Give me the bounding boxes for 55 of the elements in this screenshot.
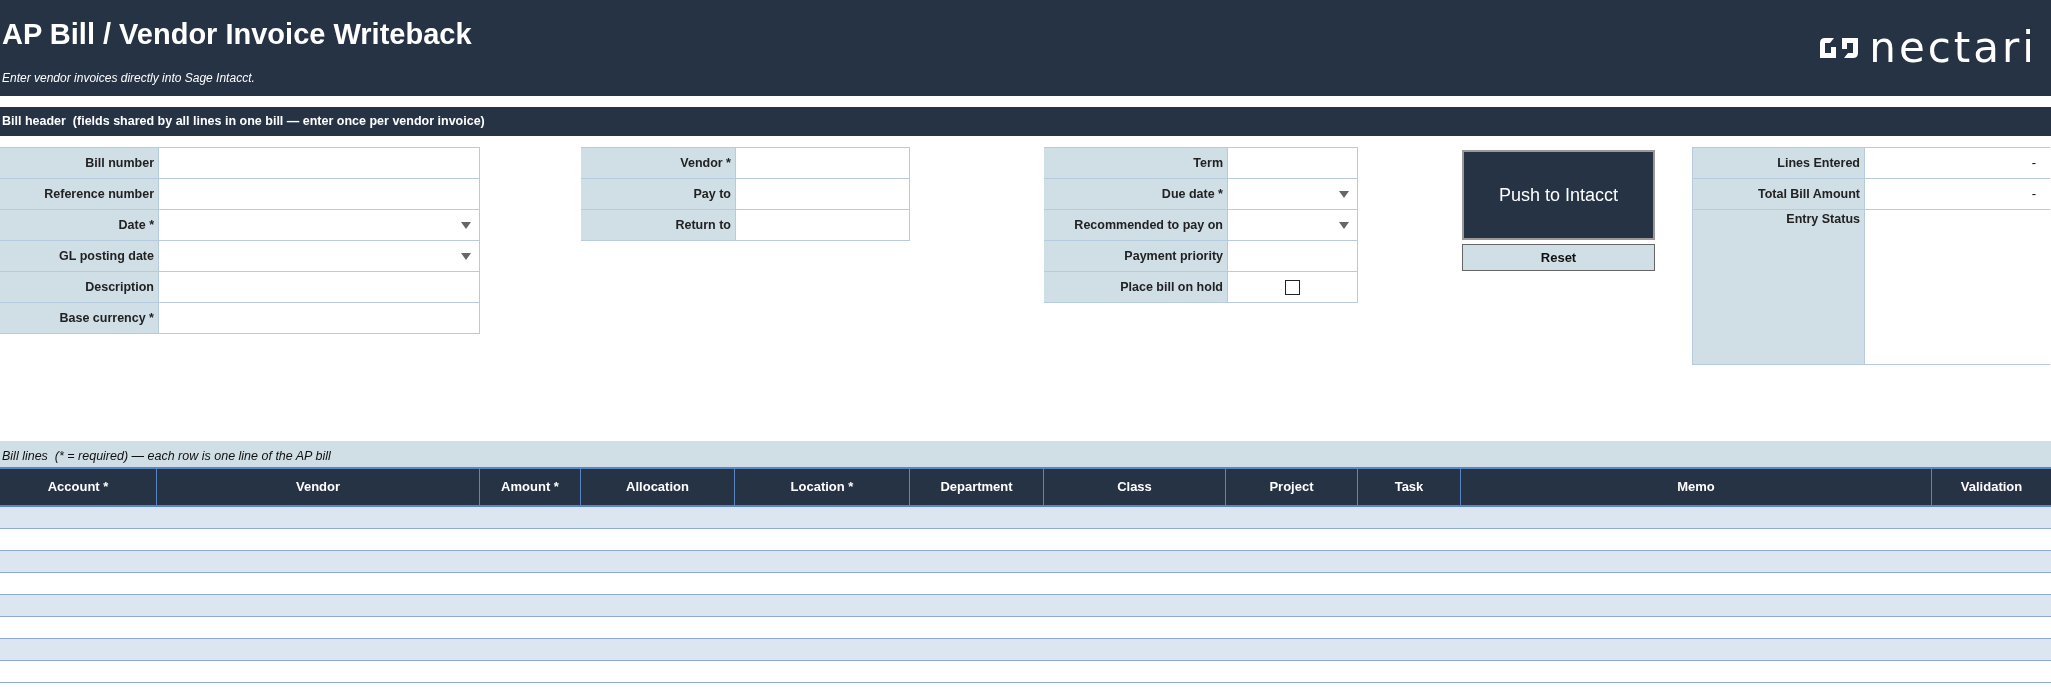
column-header: Project [1226, 469, 1358, 505]
column-header: Task [1358, 469, 1461, 505]
field-label: Description [0, 272, 158, 303]
field-label: Bill number [0, 148, 158, 179]
caret-icon [1339, 191, 1349, 198]
column-header: Allocation [581, 469, 735, 505]
input-field[interactable] [158, 148, 480, 179]
column-header: Validation [1959, 478, 2024, 496]
field-label: Recommended to pay on [1044, 210, 1227, 241]
page-title: AP Bill / Vendor Invoice Writeback [2, 17, 472, 51]
caret-icon [1339, 222, 1349, 229]
summary-label: Total Bill Amount [1693, 179, 1864, 210]
column-header: Amount * [480, 469, 581, 505]
dropdown-field[interactable] [1227, 210, 1358, 241]
input-field[interactable] [735, 148, 910, 179]
dropdown-field[interactable] [158, 210, 480, 241]
field-label: Vendor * [581, 148, 735, 179]
page-subtitle: Enter vendor invoices directly into Sage Intacct. [2, 71, 256, 85]
field-label: GL posting date [0, 241, 158, 272]
summary-label: Entry Status [1693, 210, 1864, 365]
dropdown-field[interactable] [1227, 179, 1358, 210]
push-button[interactable]: Push to Intacct [1462, 150, 1655, 240]
input-field[interactable] [1227, 148, 1358, 179]
summary-value: - [1864, 179, 2050, 210]
input-field[interactable] [1227, 241, 1358, 272]
field-label: Return to [581, 210, 735, 241]
column-header: Vendor [157, 469, 480, 505]
column-header: Location * [735, 469, 910, 505]
section-title: Bill lines (* = required) — each row is one line of the AP bill [0, 441, 2051, 467]
logo-text: nectari [1869, 28, 2037, 68]
input-field[interactable] [158, 303, 480, 334]
field-label: Date * [0, 210, 158, 241]
checkbox[interactable] [1285, 279, 1300, 295]
column-header: Class [1044, 469, 1226, 505]
dropdown-field[interactable] [158, 241, 480, 272]
input-field[interactable] [735, 210, 910, 241]
summary-label: Lines Entered [1693, 148, 1864, 179]
field-label: Base currency * [0, 303, 158, 334]
field-label: Reference number [0, 179, 158, 210]
column-header: Account * [0, 469, 157, 505]
field-label: Pay to [581, 179, 735, 210]
column-header: Department [910, 469, 1044, 505]
input-field[interactable] [735, 179, 910, 210]
input-field[interactable] [158, 272, 480, 303]
field-label: Place bill on hold [1044, 272, 1227, 303]
field-label: Term [1044, 148, 1227, 179]
section-title: Bill header (fields shared by all lines in one bill — enter once per vendor invoice) [0, 107, 2051, 136]
column-header: Memo [1461, 469, 1932, 505]
field-label: Payment priority [1044, 241, 1227, 272]
reset-button[interactable]: Reset [1462, 244, 1655, 271]
caret-icon [461, 253, 471, 260]
summary-value: - [1864, 148, 2050, 179]
caret-icon [461, 222, 471, 229]
input-field[interactable] [158, 179, 480, 210]
field-label: Due date * [1044, 179, 1227, 210]
